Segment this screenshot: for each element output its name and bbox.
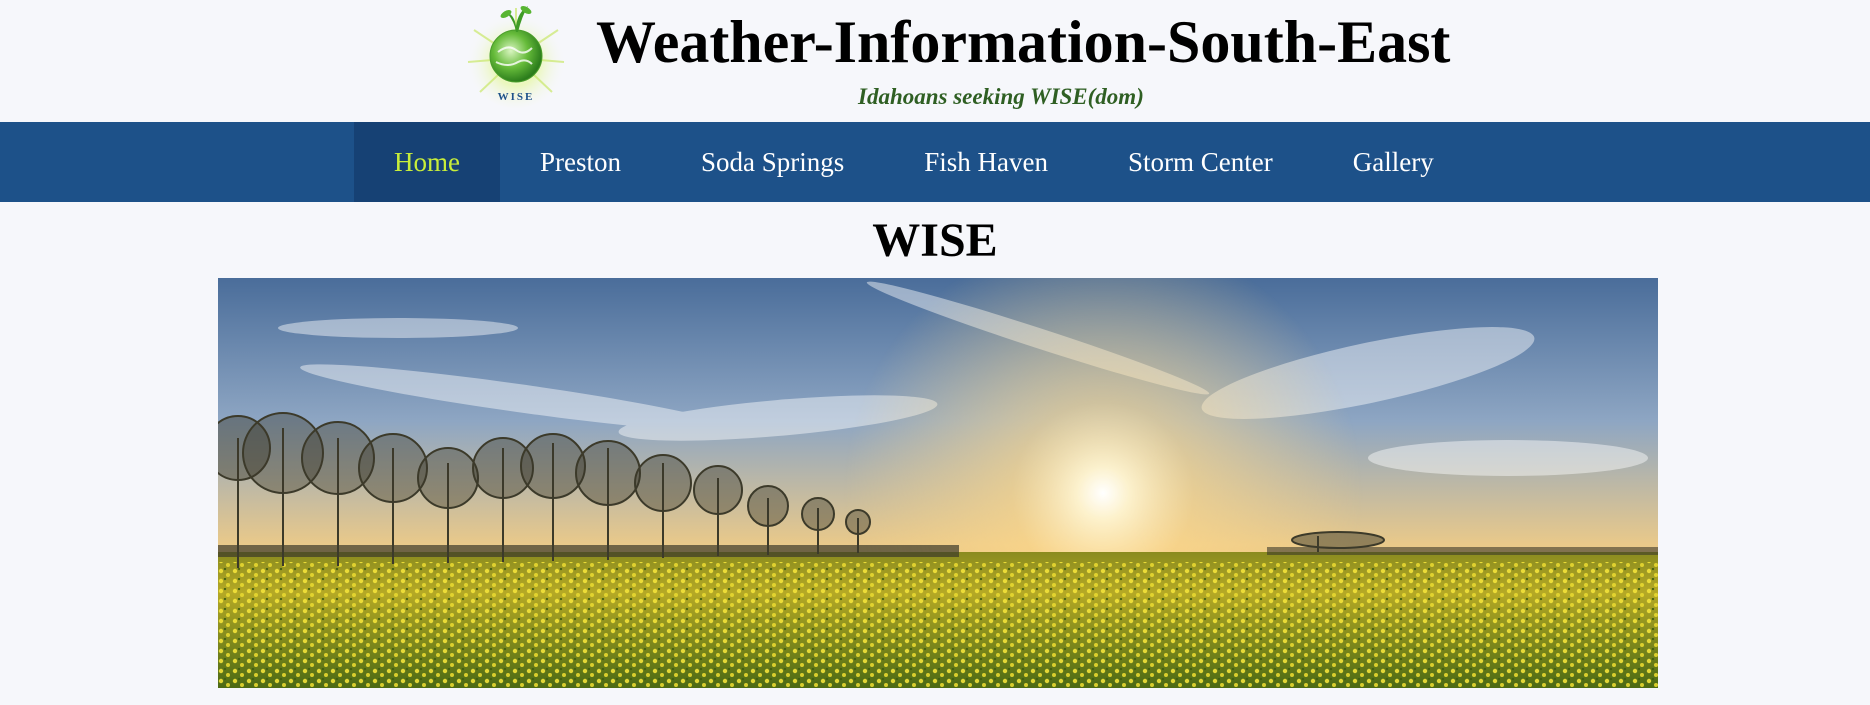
nav-item-storm-center[interactable]: Storm Center [1088, 122, 1313, 202]
nav-item-home[interactable]: Home [354, 122, 500, 202]
hero-image [218, 278, 1658, 688]
wise-globe-logo-icon[interactable]: WISE [462, 0, 570, 108]
site-title: Weather-Information-South-East [596, 9, 1451, 75]
nav-item-soda-springs[interactable]: Soda Springs [661, 122, 884, 202]
logo-text: WISE [498, 91, 535, 103]
tagline: Idahoans seeking WISE(dom) [858, 84, 1144, 109]
page-heading: WISE [872, 214, 998, 267]
nav-item-fish-haven[interactable]: Fish Haven [884, 122, 1088, 202]
nav-item-preston[interactable]: Preston [500, 122, 661, 202]
nav-item-gallery[interactable]: Gallery [1313, 122, 1474, 202]
nav-list: Home Preston Soda Springs Fish Haven Sto… [354, 122, 1474, 202]
site-header: WISE Weather-Information-South-East Idah… [0, 0, 1870, 122]
main-navigation: Home Preston Soda Springs Fish Haven Sto… [0, 122, 1870, 202]
sunset-field-image [218, 278, 1658, 688]
